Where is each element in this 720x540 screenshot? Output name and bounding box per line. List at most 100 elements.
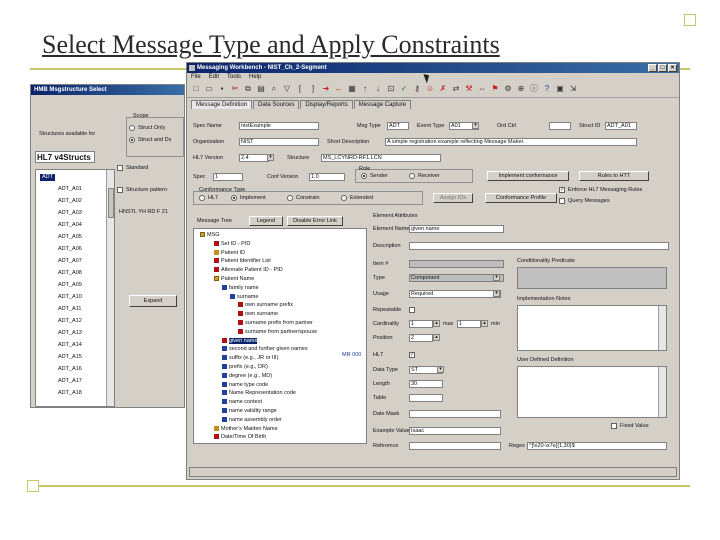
tree-node[interactable]: MSG: [200, 231, 220, 239]
key-icon[interactable]: ⚷: [412, 84, 422, 94]
open-icon[interactable]: ▭: [204, 84, 214, 94]
assign-ids-button[interactable]: Assign IDs: [433, 193, 473, 203]
standard-checkbox[interactable]: [117, 165, 123, 171]
tree-node[interactable]: suffix (e.g., JR or III): [222, 354, 278, 362]
disable-error-link-button[interactable]: Disable Error Link: [287, 216, 343, 226]
enforce-rules-checkbox[interactable]: ✓: [559, 187, 565, 193]
rules-button[interactable]: Rules to HTT: [579, 171, 649, 181]
structure-list-scrollbar[interactable]: [106, 170, 114, 406]
red-x-icon[interactable]: ✗: [438, 84, 448, 94]
structure-list-item[interactable]: ADT_A05: [58, 234, 82, 241]
wrench-icon[interactable]: ⚒: [464, 84, 474, 94]
fixed-value-checkbox[interactable]: [611, 423, 617, 429]
tree-node[interactable]: Set ID - PID: [214, 240, 250, 248]
card-max-spinner[interactable]: ▴: [481, 320, 488, 327]
info-icon[interactable]: ⓘ: [529, 84, 539, 94]
person-icon[interactable]: ☺: [425, 84, 435, 94]
shuffle-icon[interactable]: ⇄: [451, 84, 461, 94]
tree-node[interactable]: Patient Identifier List: [214, 257, 271, 265]
save-icon[interactable]: ▪: [217, 84, 227, 94]
legend-button[interactable]: Legend: [249, 216, 283, 226]
ct-hl7-radio[interactable]: [199, 195, 205, 201]
tree-node[interactable]: own surname prefix: [238, 301, 293, 309]
zoom-icon[interactable]: ⊕: [516, 84, 526, 94]
struct-id-field[interactable]: ADT_A01: [605, 122, 637, 130]
usage-dropdown[interactable]: ▾: [493, 290, 500, 297]
help-icon[interactable]: ?: [542, 84, 552, 94]
card-min-spinner[interactable]: ▴: [433, 320, 440, 327]
spec-name-field[interactable]: nistExample: [239, 122, 319, 130]
predicate-box[interactable]: [517, 267, 667, 289]
minimize-button[interactable]: _: [648, 64, 657, 72]
menu-help[interactable]: Help: [249, 74, 261, 81]
repeatable-checkbox[interactable]: [409, 307, 415, 313]
tree-node[interactable]: name type code: [222, 381, 268, 389]
structure-field[interactable]: MS_LCYNRD-RF1.LCN: [321, 154, 441, 162]
tree-node[interactable]: surname prefix from partner: [238, 319, 313, 327]
description-detail-field[interactable]: [409, 242, 669, 250]
structure-list-item[interactable]: ADT_A03: [58, 210, 82, 217]
export-icon[interactable]: ⇲: [568, 84, 578, 94]
tab-message-capture[interactable]: Message Capture: [353, 100, 412, 109]
tree-node[interactable]: Mother's Maiden Name: [214, 425, 278, 433]
type-dropdown[interactable]: ▾: [493, 274, 500, 281]
structure-list-item[interactable]: ADT_A11: [58, 306, 81, 313]
filter-icon[interactable]: ▽: [282, 84, 292, 94]
tab-data-sources[interactable]: Data Sources: [253, 100, 300, 109]
impl-notes-box[interactable]: [517, 305, 667, 351]
structure-list-item[interactable]: ADT_A15: [58, 354, 82, 361]
impl-notes-scrollbar[interactable]: [658, 306, 666, 350]
usage-field[interactable]: Required: [409, 290, 501, 298]
grid-icon[interactable]: ▦: [347, 84, 357, 94]
down-icon[interactable]: ↓: [373, 84, 383, 94]
hl7-version-field[interactable]: 2.4: [239, 154, 269, 162]
tree-node[interactable]: given name: [222, 337, 258, 345]
close-button[interactable]: ×: [668, 64, 677, 72]
structure-list-item[interactable]: ADT_A06: [58, 246, 82, 253]
structure-list[interactable]: ADT ADT_A01 ADT_A02 ADT_A03 ADT_A04 ADT_A05 AD…: [35, 169, 115, 407]
tree-node[interactable]: second and further given names: [222, 345, 308, 353]
flag-icon[interactable]: ⚑: [490, 84, 500, 94]
compare-icon[interactable]: ⇔: [477, 84, 487, 94]
tree-node[interactable]: Patient Name: [214, 275, 254, 283]
user-def-box[interactable]: [517, 366, 667, 418]
maximize-button[interactable]: □: [658, 64, 667, 72]
structure-list-item[interactable]: ADT_A09: [58, 282, 82, 289]
user-def-scrollbar[interactable]: [658, 367, 666, 417]
structure-list-item[interactable]: ADT_A16: [58, 366, 82, 373]
tree-node[interactable]: name validity range: [222, 407, 277, 415]
back-icon[interactable]: ←: [334, 84, 344, 94]
description-field[interactable]: A simple registration example reflecting…: [385, 138, 637, 146]
length-field[interactable]: 30: [409, 380, 443, 388]
lock-icon[interactable]: ⊡: [386, 84, 396, 94]
bracket-close-icon[interactable]: ]: [308, 84, 318, 94]
message-tree[interactable]: MSG Set ID - PID Patient ID Patient Identif…: [193, 228, 367, 444]
tree-node[interactable]: Patient ID: [214, 249, 245, 257]
find-icon[interactable]: ⌕: [269, 84, 279, 94]
menu-tools[interactable]: Tools: [227, 74, 241, 81]
structure-list-item[interactable]: ADT_A13: [58, 330, 82, 337]
tree-node[interactable]: family name: [222, 284, 259, 292]
tree-node[interactable]: own surname: [238, 310, 278, 318]
tab-message-definition[interactable]: Message Definition: [191, 100, 253, 109]
data-type-dropdown[interactable]: ▾: [437, 366, 444, 373]
position-field[interactable]: 2: [409, 334, 433, 342]
red-arrow-icon[interactable]: ➜: [321, 84, 331, 94]
event-type-dropdown[interactable]: ▾: [472, 122, 479, 129]
tree-node[interactable]: prefix (e.g., DR): [222, 363, 268, 371]
example-value-field[interactable]: Isaac: [409, 427, 501, 435]
up-icon[interactable]: ↑: [360, 84, 370, 94]
hl7-checkbox[interactable]: ✓: [409, 352, 415, 358]
position-spinner[interactable]: ▴: [433, 334, 440, 341]
expand-button[interactable]: Expand: [129, 295, 177, 307]
structure-list-item[interactable]: ADT_A02: [58, 198, 82, 205]
settings-icon[interactable]: ⚙: [503, 84, 513, 94]
organization-field[interactable]: NIST: [239, 138, 319, 146]
tree-node[interactable]: Alternate Patient ID - PID: [214, 266, 283, 274]
structure-list-item[interactable]: ADT_A14: [58, 342, 82, 349]
element-name-field[interactable]: given name: [409, 225, 504, 233]
msg-type-field[interactable]: ADT: [387, 122, 409, 130]
regex-field[interactable]: ^[\x20-\x7e]{1,30}$: [527, 442, 667, 450]
structure-list-item[interactable]: ADT_A10: [58, 294, 82, 301]
paste-icon[interactable]: ▤: [256, 84, 266, 94]
